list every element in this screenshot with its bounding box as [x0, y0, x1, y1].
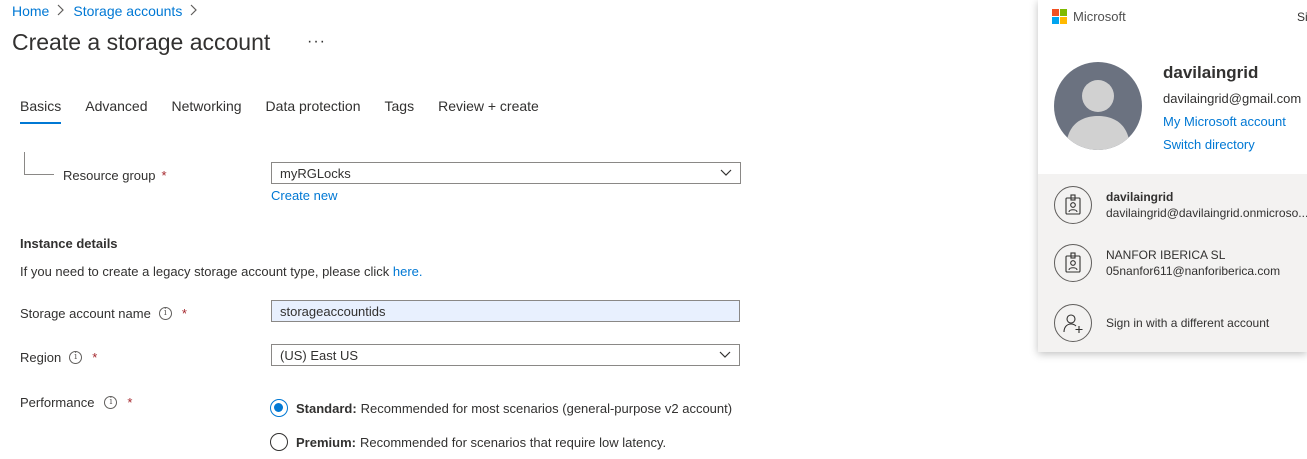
tab-review-create[interactable]: Review + create	[438, 98, 539, 124]
other-account-name: davilaingrid	[1106, 190, 1174, 204]
different-account-label: Sign in with a different account	[1106, 316, 1270, 330]
switch-directory-link[interactable]: Switch directory	[1163, 137, 1255, 152]
region-select[interactable]: (US) East US	[271, 344, 740, 366]
tree-connector	[24, 152, 25, 174]
other-account-email: 05nanfor611@nanforiberica.com	[1106, 264, 1281, 278]
microsoft-brand: Microsoft	[1052, 9, 1126, 24]
tab-basics[interactable]: Basics	[20, 98, 62, 124]
instance-details-heading: Instance details	[20, 236, 118, 251]
other-account-email: davilaingrid@davilaingrid.onmicroso...	[1106, 206, 1307, 220]
info-icon[interactable]: i	[158, 307, 172, 320]
sign-in-different-account[interactable]: Sign in with a different account	[1054, 304, 1269, 342]
other-account-item[interactable]: NANFOR IBERICA SL 05nanfor611@nanforiber…	[1054, 244, 1280, 282]
required-marker: *	[181, 306, 187, 321]
radio-premium[interactable]	[270, 433, 288, 451]
breadcrumb-storage-accounts[interactable]: Storage accounts	[73, 3, 182, 19]
resource-group-label: Resource group *	[63, 168, 167, 183]
resource-group-select[interactable]: myRGLocks	[271, 162, 741, 184]
breadcrumb-home[interactable]: Home	[12, 3, 49, 19]
chevron-right-icon	[57, 4, 65, 19]
add-person-icon	[1054, 304, 1092, 342]
tab-networking[interactable]: Networking	[172, 98, 242, 124]
tab-bar: Basics Advanced Networking Data protecti…	[20, 98, 563, 124]
performance-premium-option[interactable]: Premium: Recommended for scenarios that …	[270, 433, 666, 451]
legacy-note: If you need to create a legacy storage a…	[20, 264, 423, 279]
chevron-down-icon	[719, 348, 731, 363]
required-marker: *	[127, 395, 133, 410]
tab-data-protection[interactable]: Data protection	[266, 98, 361, 124]
storage-name-label: Storage account name i *	[20, 306, 187, 321]
radio-standard[interactable]	[270, 399, 288, 417]
other-accounts: davilaingrid davilaingrid@davilaingrid.o…	[1038, 174, 1307, 352]
storage-name-input[interactable]: storageaccountids	[271, 300, 740, 322]
badge-icon	[1054, 244, 1092, 282]
my-microsoft-account-link[interactable]: My Microsoft account	[1163, 114, 1286, 129]
required-marker: *	[161, 168, 167, 183]
chevron-right-icon	[190, 4, 198, 19]
more-icon[interactable]: ···	[307, 33, 326, 51]
other-account-item[interactable]: davilaingrid davilaingrid@davilaingrid.o…	[1054, 186, 1307, 224]
performance-standard-option[interactable]: Standard: Recommended for most scenarios…	[270, 399, 732, 417]
microsoft-logo	[1052, 9, 1067, 24]
info-icon[interactable]: i	[69, 351, 83, 364]
legacy-here-link[interactable]: here.	[393, 264, 423, 279]
info-icon[interactable]: i	[104, 396, 118, 409]
other-account-name: NANFOR IBERICA SL	[1106, 248, 1226, 262]
sign-out-link[interactable]: Si	[1297, 10, 1307, 24]
tree-connector	[24, 174, 54, 175]
account-panel: Microsoft Si davilaingrid davilaingrid@g…	[1038, 0, 1307, 352]
region-label: Region i *	[20, 350, 98, 365]
avatar-icon	[1054, 62, 1142, 150]
tab-advanced[interactable]: Advanced	[85, 98, 147, 124]
create-new-link[interactable]: Create new	[271, 188, 337, 203]
chevron-down-icon	[720, 166, 732, 181]
required-marker: *	[92, 350, 98, 365]
account-name: davilaingrid	[1163, 63, 1259, 82]
account-email: davilaingrid@gmail.com	[1163, 91, 1302, 106]
tab-tags[interactable]: Tags	[385, 98, 415, 124]
breadcrumb: Home Storage accounts	[12, 3, 206, 19]
performance-label: Performance i *	[20, 395, 133, 410]
badge-icon	[1054, 186, 1092, 224]
page-title: Create a storage account	[12, 29, 271, 55]
